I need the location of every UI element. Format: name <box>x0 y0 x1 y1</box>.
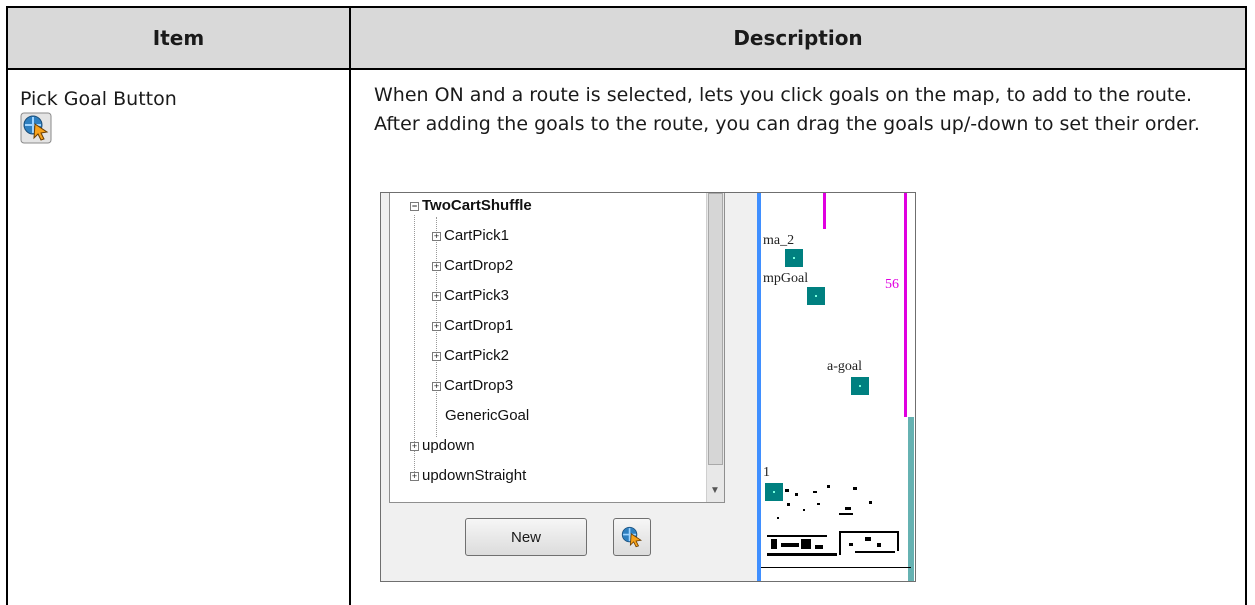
map-border <box>757 193 761 581</box>
tree-node[interactable]: + CartDrop2 <box>432 257 513 274</box>
expand-icon[interactable]: + <box>432 321 441 331</box>
collapse-icon[interactable]: − <box>410 201 419 211</box>
map-view[interactable]: ma_2 mpGoal 56 a-goal 1 <box>757 193 915 581</box>
map-line <box>823 193 826 229</box>
scroll-down-icon[interactable]: ▼ <box>710 485 720 496</box>
map-distance-label: 56 <box>885 277 899 292</box>
tree-node[interactable]: + CartDrop3 <box>432 377 513 394</box>
map-goal-label: ma_2 <box>763 233 795 248</box>
tree-node[interactable]: + CartPick1 <box>432 227 509 244</box>
description-table: Item Description Pick Goal Button When O… <box>6 6 1247 605</box>
tree-node[interactable]: + updownStraight <box>410 467 526 484</box>
item-name: Pick Goal Button <box>20 88 177 110</box>
map-line <box>904 193 907 417</box>
table-header-row: Item Description <box>8 8 1245 70</box>
header-item: Item <box>152 26 205 50</box>
route-tree-pane: − TwoCartShuffle + CartPick1 + CartDrop2 + C… <box>381 193 756 581</box>
map-goal[interactable] <box>807 287 825 305</box>
map-goal-label: mpGoal <box>763 271 809 286</box>
route-tree: − TwoCartShuffle + CartPick1 + CartDrop2 + C… <box>389 193 725 503</box>
map-goal[interactable] <box>785 249 803 267</box>
new-route-button[interactable]: New <box>465 518 587 556</box>
tree-node[interactable]: + CartDrop1 <box>432 317 513 334</box>
expand-icon[interactable]: + <box>432 351 441 361</box>
expand-icon[interactable]: + <box>432 231 441 241</box>
tree-node-root[interactable]: − TwoCartShuffle <box>410 197 532 214</box>
pick-goal-icon <box>20 112 52 144</box>
tree-node[interactable]: + CartPick3 <box>432 287 509 304</box>
scrollbar-thumb[interactable] <box>708 193 723 465</box>
tree-scrollbar[interactable]: ▼ <box>706 193 724 502</box>
expand-icon[interactable]: + <box>432 261 441 271</box>
map-goal[interactable] <box>851 377 869 395</box>
item-description: When ON and a route is selected, lets yo… <box>374 84 1200 135</box>
tree-node[interactable]: + updown <box>410 437 475 454</box>
tree-node[interactable]: GenericGoal <box>445 407 529 424</box>
map-obstacles <box>761 485 911 568</box>
header-description: Description <box>733 26 863 50</box>
tree-node[interactable]: + CartPick2 <box>432 347 509 364</box>
expand-icon[interactable]: + <box>432 381 441 391</box>
expand-icon[interactable]: + <box>410 471 419 481</box>
expand-icon[interactable]: + <box>432 291 441 301</box>
pick-goal-icon <box>621 526 643 548</box>
expand-icon[interactable]: + <box>410 441 419 451</box>
pick-goal-button[interactable] <box>613 518 651 556</box>
column-divider <box>349 8 351 605</box>
route-editor-screenshot: − TwoCartShuffle + CartPick1 + CartDrop2 + C… <box>380 192 916 582</box>
map-goal-label: a-goal <box>827 359 862 374</box>
